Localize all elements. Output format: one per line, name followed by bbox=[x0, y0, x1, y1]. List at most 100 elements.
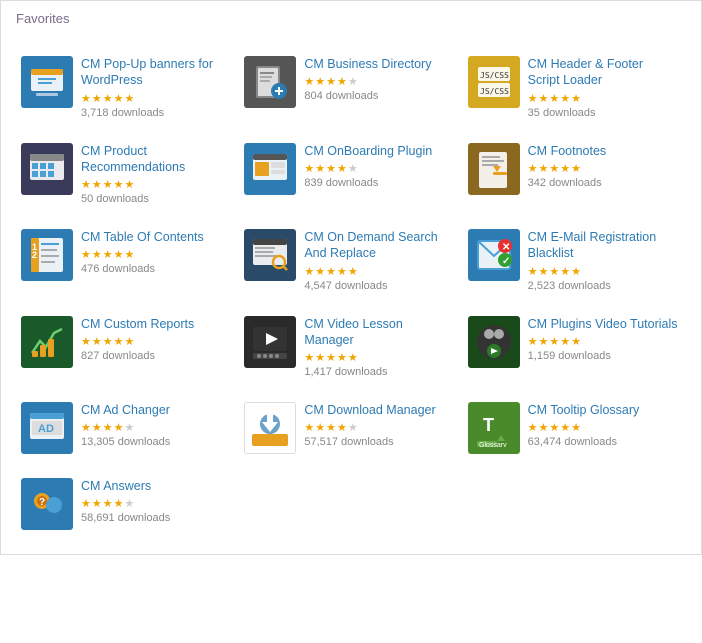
star-full: ★ bbox=[539, 162, 549, 175]
star-full: ★ bbox=[539, 92, 549, 105]
star-full: ★ bbox=[114, 178, 124, 191]
star-full: ★ bbox=[92, 497, 102, 510]
star-rating: ★★★★★ bbox=[81, 421, 231, 434]
plugin-name[interactable]: CM On Demand Search And Replace bbox=[304, 229, 454, 262]
plugin-icon bbox=[244, 402, 296, 454]
star-empty: ★ bbox=[348, 421, 358, 434]
plugin-info: CM Header & Footer Script Loader ★★★★★ 3… bbox=[528, 56, 678, 119]
list-item: CM OnBoarding Plugin ★★★★★ 839 downloads bbox=[239, 133, 462, 220]
svg-text:T: T bbox=[483, 415, 494, 435]
star-full: ★ bbox=[92, 92, 102, 105]
star-full: ★ bbox=[304, 421, 314, 434]
star-empty: ★ bbox=[125, 497, 135, 510]
star-full: ★ bbox=[92, 178, 102, 191]
star-full: ★ bbox=[560, 335, 570, 348]
star-full: ★ bbox=[549, 335, 559, 348]
star-full: ★ bbox=[315, 351, 325, 364]
star-full: ★ bbox=[315, 421, 325, 434]
star-full: ★ bbox=[92, 248, 102, 261]
download-count: 57,517 downloads bbox=[304, 436, 454, 448]
plugin-icon bbox=[468, 316, 520, 368]
plugin-name[interactable]: CM Table Of Contents bbox=[81, 229, 231, 245]
favorites-page: Favorites CM Pop-Up banners for WordPres… bbox=[0, 0, 702, 555]
list-item: CM Download Manager ★★★★★ 57,517 downloa… bbox=[239, 392, 462, 468]
plugin-icon: AD bbox=[21, 402, 73, 454]
star-full: ★ bbox=[549, 92, 559, 105]
download-count: 50 downloads bbox=[81, 193, 231, 205]
star-full: ★ bbox=[114, 92, 124, 105]
star-full: ★ bbox=[304, 265, 314, 278]
plugin-info: CM Custom Reports ★★★★★ 827 downloads bbox=[81, 316, 231, 362]
list-item: AD CM Ad Changer ★★★★★ 13,305 downloads bbox=[16, 392, 239, 468]
plugin-name[interactable]: CM Header & Footer Script Loader bbox=[528, 56, 678, 89]
star-rating: ★★★★★ bbox=[304, 75, 454, 88]
star-full: ★ bbox=[528, 162, 538, 175]
star-full: ★ bbox=[549, 162, 559, 175]
star-half: ★ bbox=[114, 421, 124, 434]
download-count: 839 downloads bbox=[304, 177, 454, 189]
star-full: ★ bbox=[125, 178, 135, 191]
star-full: ★ bbox=[125, 248, 135, 261]
svg-text:2: 2 bbox=[32, 250, 37, 260]
plugin-info: CM Plugins Video Tutorials ★★★★★ 1,159 d… bbox=[528, 316, 678, 362]
star-rating: ★★★★★ bbox=[304, 162, 454, 175]
svg-text:JS/CSS: JS/CSS bbox=[480, 71, 509, 80]
plugin-name[interactable]: CM Custom Reports bbox=[81, 316, 231, 332]
star-empty: ★ bbox=[348, 75, 358, 88]
star-rating: ★★★★★ bbox=[528, 421, 678, 434]
star-full: ★ bbox=[315, 75, 325, 88]
plugin-name[interactable]: CM Business Directory bbox=[304, 56, 454, 72]
star-full: ★ bbox=[560, 265, 570, 278]
star-full: ★ bbox=[103, 497, 113, 510]
plugin-name[interactable]: CM Pop-Up banners for WordPress bbox=[81, 56, 231, 89]
plugin-name[interactable]: CM OnBoarding Plugin bbox=[304, 143, 454, 159]
star-full: ★ bbox=[571, 92, 581, 105]
star-full: ★ bbox=[315, 265, 325, 278]
star-full: ★ bbox=[528, 421, 538, 434]
plugin-name[interactable]: CM Answers bbox=[81, 478, 231, 494]
download-count: 342 downloads bbox=[528, 177, 678, 189]
star-full: ★ bbox=[103, 335, 113, 348]
svg-text:✓: ✓ bbox=[502, 256, 510, 267]
plugin-info: CM Answers ★★★★★ 58,691 downloads bbox=[81, 478, 231, 524]
plugin-info: CM Tooltip Glossary ★★★★★ 63,474 downloa… bbox=[528, 402, 678, 448]
plugin-info: CM Product Recommendations ★★★★★ 50 down… bbox=[81, 143, 231, 206]
download-count: 1,417 downloads bbox=[304, 366, 454, 378]
star-full: ★ bbox=[348, 351, 358, 364]
list-item: ✕✓ CM E-Mail Registration Blacklist ★★★★… bbox=[463, 219, 686, 306]
star-full: ★ bbox=[304, 75, 314, 88]
star-rating: ★★★★★ bbox=[81, 248, 231, 261]
plugin-name[interactable]: CM Plugins Video Tutorials bbox=[528, 316, 678, 332]
star-rating: ★★★★★ bbox=[81, 497, 231, 510]
star-rating: ★★★★★ bbox=[304, 265, 454, 278]
plugin-name[interactable]: CM Ad Changer bbox=[81, 402, 231, 418]
download-count: 4,547 downloads bbox=[304, 280, 454, 292]
star-rating: ★★★★★ bbox=[528, 265, 678, 278]
plugin-name[interactable]: CM E-Mail Registration Blacklist bbox=[528, 229, 678, 262]
plugin-name[interactable]: CM Tooltip Glossary bbox=[528, 402, 678, 418]
star-full: ★ bbox=[81, 92, 91, 105]
star-full: ★ bbox=[114, 248, 124, 261]
section-title: Favorites bbox=[16, 11, 686, 31]
plugin-info: CM Ad Changer ★★★★★ 13,305 downloads bbox=[81, 402, 231, 448]
star-half: ★ bbox=[571, 421, 581, 434]
star-full: ★ bbox=[326, 351, 336, 364]
download-count: 3,718 downloads bbox=[81, 107, 231, 119]
plugin-name[interactable]: CM Footnotes bbox=[528, 143, 678, 159]
list-item: ? CM Answers ★★★★★ 58,691 downloads bbox=[16, 468, 239, 544]
plugin-name[interactable]: CM Video Lesson Manager bbox=[304, 316, 454, 349]
star-full: ★ bbox=[103, 178, 113, 191]
plugin-icon: ? bbox=[21, 478, 73, 530]
plugin-icon: ✕✓ bbox=[468, 229, 520, 281]
svg-text:AD: AD bbox=[38, 423, 54, 435]
star-rating: ★★★★★ bbox=[81, 92, 231, 105]
plugin-icon: 12 bbox=[21, 229, 73, 281]
star-full: ★ bbox=[81, 497, 91, 510]
star-full: ★ bbox=[326, 162, 336, 175]
plugin-name[interactable]: CM Product Recommendations bbox=[81, 143, 231, 176]
star-full: ★ bbox=[81, 178, 91, 191]
plugin-info: CM Download Manager ★★★★★ 57,517 downloa… bbox=[304, 402, 454, 448]
plugin-name[interactable]: CM Download Manager bbox=[304, 402, 454, 418]
star-full: ★ bbox=[81, 248, 91, 261]
star-full: ★ bbox=[92, 421, 102, 434]
